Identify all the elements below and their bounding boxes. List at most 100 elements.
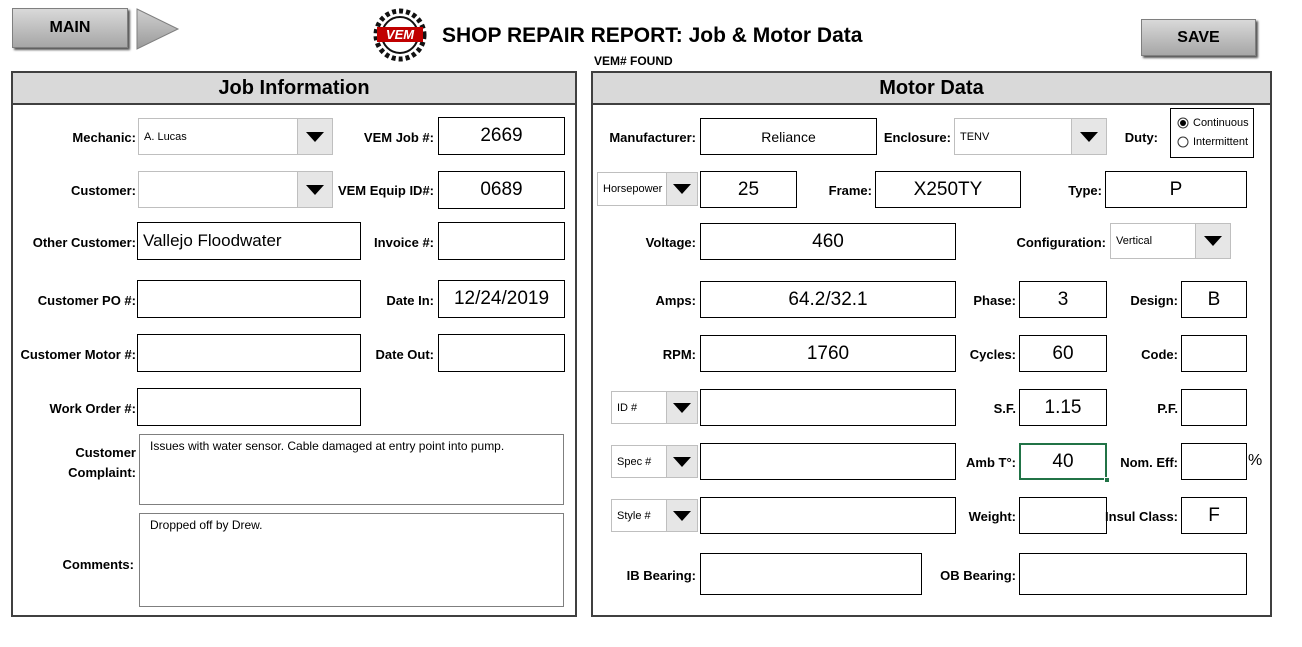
work-order-field[interactable] [137,388,361,426]
save-button[interactable]: SAVE [1141,19,1256,56]
date-out-field[interactable] [438,334,565,372]
style-select-dropdown[interactable]: Style # [611,499,698,532]
configuration-dropdown[interactable]: Vertical [1110,223,1231,259]
rpm-label: RPM: [662,346,696,362]
ib-bearing-field[interactable] [700,553,922,595]
cell-fill-handle[interactable] [1104,477,1110,483]
enclosure-value: TENV [960,130,990,143]
power-unit-value: Horsepower [603,183,663,195]
complaint-label-line1: Customer [75,444,136,460]
duty-continuous-option[interactable]: Continuous [1177,117,1249,129]
ob-bearing-label: OB Bearing: [940,567,1016,583]
insul-class-field[interactable]: F [1181,497,1247,534]
configuration-label: Configuration: [1016,234,1106,250]
chevron-down-icon[interactable] [297,119,332,154]
manufacturer-label: Manufacturer: [609,129,696,145]
design-label: Design: [1130,292,1178,308]
duty-label: Duty: [1124,129,1158,145]
nom-eff-field[interactable] [1181,443,1247,480]
rpm-field[interactable]: 1760 [700,335,956,372]
status-text: VEM# FOUND [594,54,673,68]
enclosure-dropdown[interactable]: TENV [954,118,1107,155]
complaint-label-line2: Complaint: [68,464,136,480]
code-label: Code: [1141,346,1178,362]
voltage-label: Voltage: [645,234,696,250]
power-field[interactable]: 25 [700,171,797,208]
spec-field[interactable] [700,443,956,480]
customer-label: Customer: [70,182,136,198]
ib-bearing-label: IB Bearing: [626,567,696,583]
ob-bearing-field[interactable] [1019,553,1247,595]
next-arrow-icon[interactable] [136,8,180,50]
date-out-label: Date Out: [375,346,435,362]
chevron-down-icon[interactable] [297,172,332,207]
pf-label: P.F. [1157,400,1178,416]
weight-label: Weight: [968,508,1016,524]
chevron-down-icon[interactable] [666,446,697,477]
duty-option-group: Continuous Intermittent [1170,108,1254,158]
chevron-down-icon[interactable] [666,500,697,531]
nom-eff-label: Nom. Eff: [1120,454,1178,470]
cycles-field[interactable]: 60 [1019,335,1107,372]
duty-continuous-label: Continuous [1193,117,1249,129]
style-field[interactable] [700,497,956,534]
amps-label: Amps: [655,292,696,308]
other-customer-field[interactable]: Vallejo Floodwater [137,222,361,260]
chevron-down-icon[interactable] [1071,119,1106,154]
insul-class-label: Insul Class: [1105,508,1178,524]
customer-motor-label: Customer Motor #: [20,346,136,362]
configuration-value: Vertical [1116,235,1153,247]
comments-textarea[interactable]: Dropped off by Drew. [139,513,564,607]
pf-field[interactable] [1181,389,1247,426]
mechanic-dropdown[interactable]: A. Lucas [138,118,333,155]
complaint-textarea[interactable]: Issues with water sensor. Cable damaged … [139,434,564,505]
amps-field[interactable]: 64.2/32.1 [700,281,956,318]
sf-label: S.F. [993,400,1016,416]
amb-temp-label: Amb T°: [966,454,1016,470]
id-select-dropdown[interactable]: ID # [611,391,698,424]
vem-logo: VEM [373,8,427,62]
weight-field[interactable] [1019,497,1107,534]
phase-label: Phase: [973,292,1016,308]
customer-po-field[interactable] [137,280,361,318]
id-field[interactable] [700,389,956,426]
chevron-down-icon[interactable] [666,173,697,205]
other-customer-label: Other Customer: [32,234,136,250]
customer-motor-field[interactable] [137,334,361,372]
sf-field[interactable]: 1.15 [1019,389,1107,426]
date-in-field[interactable]: 12/24/2019 [438,280,565,318]
code-field[interactable] [1181,335,1247,372]
spec-select-value: Spec # [617,455,652,468]
vem-equip-field[interactable]: 0689 [438,171,565,209]
job-information-title: Job Information [13,73,575,105]
type-field[interactable]: P [1105,171,1247,208]
logo-text: VEM [386,27,415,42]
radio-selected-icon[interactable] [1177,117,1189,129]
chevron-down-icon[interactable] [1195,224,1230,258]
design-field[interactable]: B [1181,281,1247,318]
percent-sign: % [1248,452,1263,469]
radio-unselected-icon[interactable] [1177,136,1189,148]
frame-label: Frame: [828,182,872,198]
main-button[interactable]: MAIN [12,8,128,48]
customer-dropdown[interactable] [138,171,333,208]
duty-intermittent-option[interactable]: Intermittent [1177,136,1248,148]
frame-field[interactable]: X250TY [875,171,1021,208]
amb-temp-field[interactable]: 40 [1019,443,1107,480]
style-select-value: Style # [617,509,651,522]
invoice-label: Invoice #: [374,234,434,250]
vem-job-field[interactable]: 2669 [438,117,565,155]
chevron-down-icon[interactable] [666,392,697,423]
cycles-label: Cycles: [969,346,1016,362]
page-title: SHOP REPAIR REPORT: Job & Motor Data [442,24,863,47]
spec-select-dropdown[interactable]: Spec # [611,445,698,478]
enclosure-label: Enclosure: [883,129,951,145]
phase-field[interactable]: 3 [1019,281,1107,318]
power-unit-dropdown[interactable]: Horsepower [597,172,698,206]
date-in-label: Date In: [386,292,434,308]
voltage-field[interactable]: 460 [700,223,956,260]
invoice-field[interactable] [438,222,565,260]
vem-job-label: VEM Job #: [363,129,434,145]
customer-po-label: Customer PO #: [37,292,136,308]
manufacturer-field[interactable]: Reliance [700,118,877,155]
